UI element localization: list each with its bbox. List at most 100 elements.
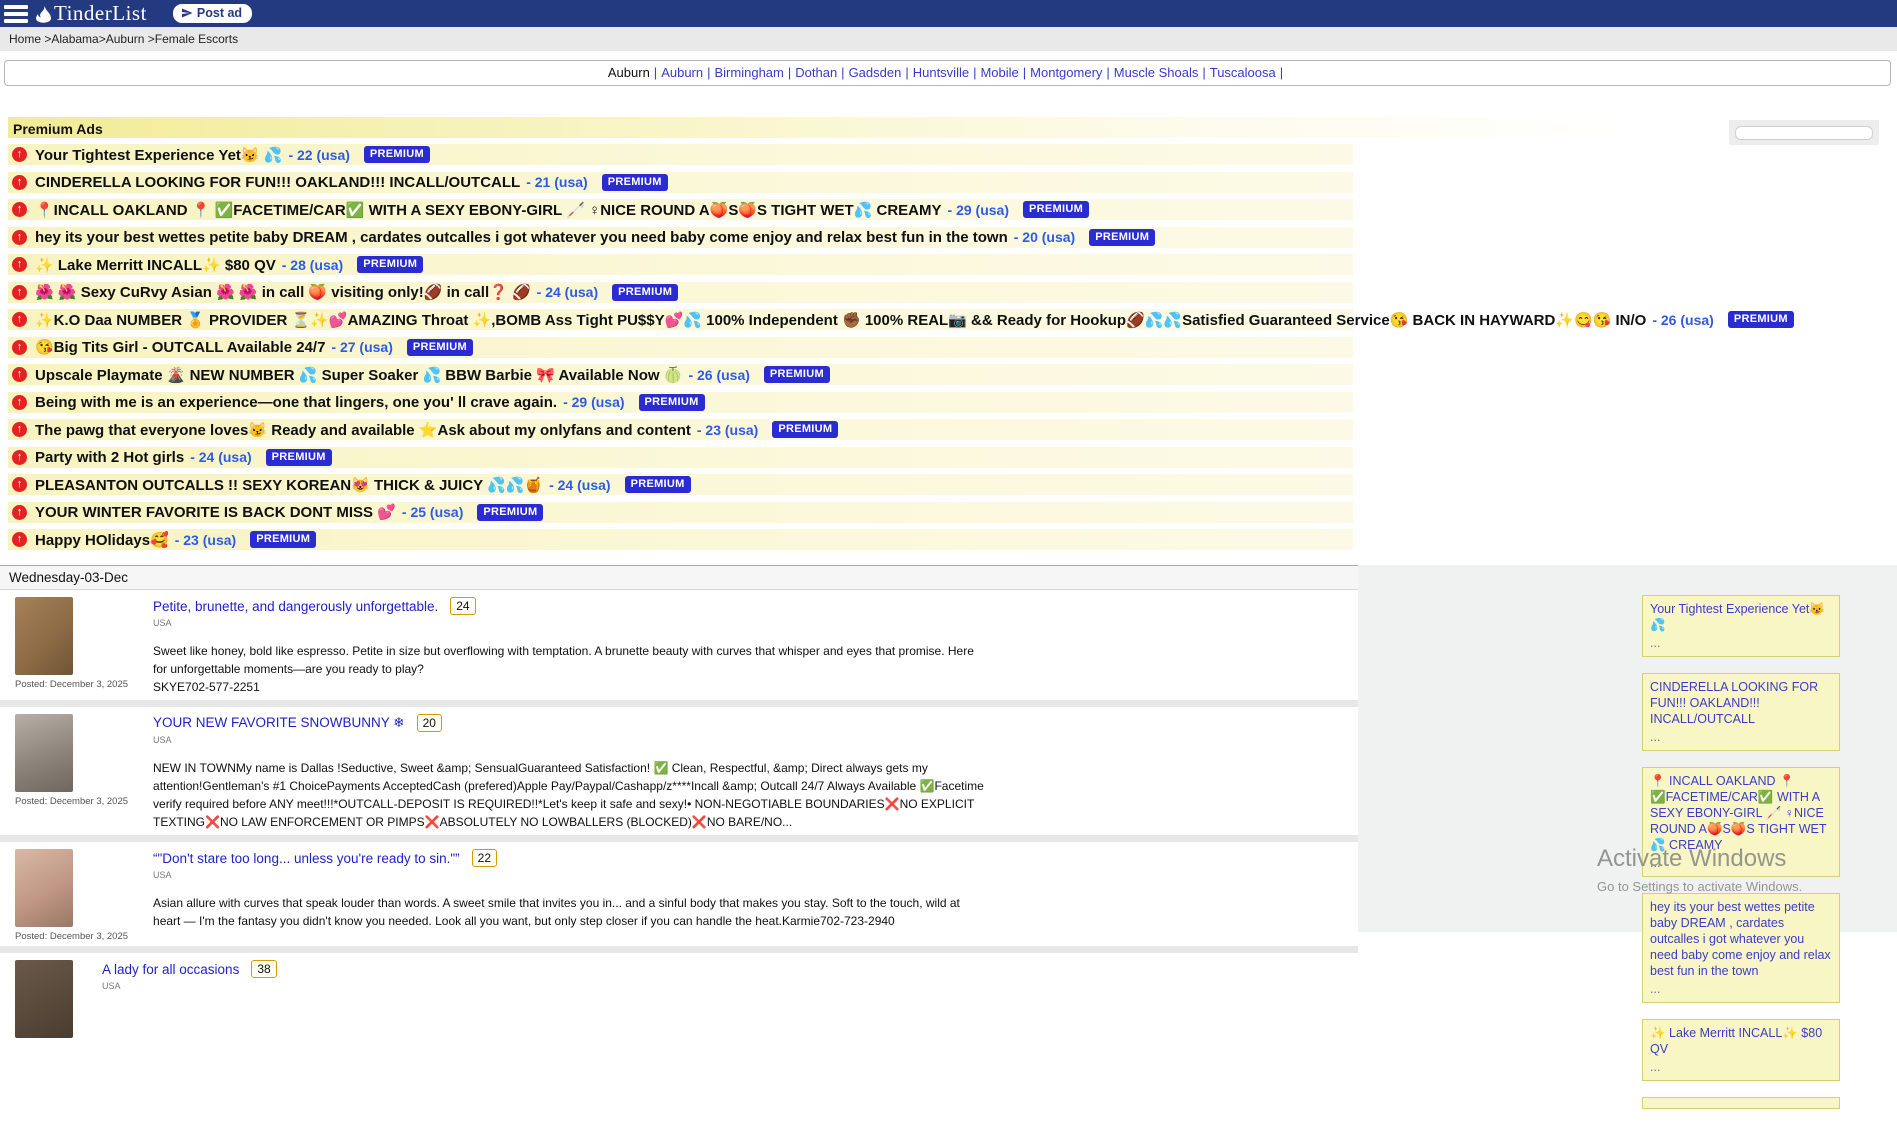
age-badge: 20: [417, 714, 442, 732]
premium-badge[interactable]: PREMIUM: [612, 284, 678, 301]
up-arrow-icon[interactable]: ↑: [12, 147, 27, 162]
premium-ad-meta: - 25 (usa): [402, 504, 463, 520]
premium-badge[interactable]: PREMIUM: [250, 531, 316, 548]
sidebar-ad-box[interactable]: [1642, 1097, 1840, 1109]
premium-ad-row: ↑✨K.O Daa NUMBER 🏅 PROVIDER ⏳✨💕AMAZING T…: [8, 309, 1353, 330]
premium-ad-title[interactable]: Being with me is an experience—one that …: [35, 394, 557, 411]
sidebar-ad-more: ...: [1650, 855, 1832, 871]
premium-ad-title[interactable]: 📍INCALL OAKLAND 📍 ✅FACETIME/CAR✅ WITH A …: [35, 201, 942, 219]
premium-badge[interactable]: PREMIUM: [364, 146, 430, 163]
premium-ad-title[interactable]: 🌺 🌺 Sexy CuRvy Asian 🌺 🌺 in call 🍑 visit…: [35, 283, 531, 301]
listing-title-link[interactable]: “"Don't stare too long... unless you're …: [153, 851, 460, 866]
age-badge: 22: [472, 849, 497, 867]
premium-ad-title[interactable]: Party with 2 Hot girls: [35, 449, 184, 466]
premium-ad-title[interactable]: Upscale Playmate 🌋 NEW NUMBER 💦 Super So…: [35, 366, 682, 384]
listing-row: A lady for all occasions38 USA: [0, 953, 1358, 1042]
city-nav-bar: Auburn|Auburn|Birmingham|Dothan|Gadsden|…: [4, 60, 1891, 86]
up-arrow-icon[interactable]: ↑: [12, 312, 27, 327]
citybar-link[interactable]: Dothan: [795, 65, 837, 80]
breadcrumb[interactable]: Home >Alabama>Auburn >Female Escorts: [0, 27, 1897, 51]
citybar-link[interactable]: Gadsden: [849, 65, 902, 80]
app-header: TinderList Post ad: [0, 0, 1897, 27]
up-arrow-icon[interactable]: ↑: [12, 505, 27, 520]
listing-thumbnail[interactable]: [15, 960, 73, 1038]
citybar-separator: |: [837, 65, 848, 80]
premium-ad-title[interactable]: The pawg that everyone loves😼 Ready and …: [35, 421, 691, 439]
listing-country: USA: [153, 618, 988, 628]
citybar-link[interactable]: Tuscaloosa: [1210, 65, 1276, 80]
premium-ad-title[interactable]: Your Tightest Experience Yet😼 💦: [35, 146, 282, 164]
up-arrow-icon[interactable]: ↑: [12, 340, 27, 355]
up-arrow-icon[interactable]: ↑: [12, 532, 27, 547]
premium-badge[interactable]: PREMIUM: [602, 174, 668, 191]
sidebar-ad-box[interactable]: hey its your best wettes petite baby DRE…: [1642, 893, 1840, 1003]
listing-thumb-column: [15, 960, 77, 1038]
listing-thumbnail[interactable]: [15, 597, 73, 675]
premium-ad-title[interactable]: hey its your best wettes petite baby DRE…: [35, 229, 1008, 246]
sidebar-ad-box[interactable]: 📍 INCALL OAKLAND 📍 ✅FACETIME/CAR✅ WITH A…: [1642, 767, 1840, 877]
up-arrow-icon[interactable]: ↑: [12, 285, 27, 300]
citybar-current: Auburn: [608, 65, 650, 80]
premium-ad-title[interactable]: CINDERELLA LOOKING FOR FUN!!! OAKLAND!!!…: [35, 174, 520, 191]
sidebar-ad-box[interactable]: ✨ Lake Merritt INCALL✨ $80 QV...: [1642, 1019, 1840, 1081]
premium-ad-row: ↑ 📍INCALL OAKLAND 📍 ✅FACETIME/CAR✅ WITH A…: [8, 199, 1353, 220]
up-arrow-icon[interactable]: ↑: [12, 450, 27, 465]
listing-thumbnail[interactable]: [15, 849, 73, 927]
premium-ad-row: ↑ hey its your best wettes petite baby DR…: [8, 227, 1353, 248]
listing-title-link[interactable]: A lady for all occasions: [102, 962, 239, 977]
premium-ad-title[interactable]: PLEASANTON OUTCALLS !! SEXY KOREAN😻 THIC…: [35, 476, 543, 494]
premium-badge[interactable]: PREMIUM: [357, 256, 423, 273]
premium-badge[interactable]: PREMIUM: [266, 449, 332, 466]
post-ad-button[interactable]: Post ad: [173, 4, 252, 23]
sidebar-ad-box[interactable]: CINDERELLA LOOKING FOR FUN!!! OAKLAND!!!…: [1642, 673, 1840, 751]
premium-ad-title[interactable]: Happy HOlidays🥰: [35, 531, 169, 549]
listing-title-link[interactable]: YOUR NEW FAVORITE SNOWBUNNY ❄: [153, 715, 405, 731]
up-arrow-icon[interactable]: ↑: [12, 175, 27, 190]
premium-badge[interactable]: PREMIUM: [764, 366, 830, 383]
citybar-link[interactable]: Birmingham: [715, 65, 784, 80]
premium-badge[interactable]: PREMIUM: [639, 394, 705, 411]
sidebar-ad-box[interactable]: Your Tightest Experience Yet😼 💦...: [1642, 595, 1840, 657]
sidebar-ad-text: hey its your best wettes petite baby DRE…: [1650, 899, 1832, 979]
listing-thumbnail[interactable]: [15, 714, 73, 792]
ad-scrollbar[interactable]: [1735, 126, 1873, 140]
premium-badge[interactable]: PREMIUM: [1023, 201, 1089, 218]
premium-ad-title[interactable]: ✨ Lake Merritt INCALL✨ $80 QV: [35, 256, 276, 274]
citybar-separator: |: [969, 65, 980, 80]
up-arrow-icon[interactable]: ↑: [12, 367, 27, 382]
menu-icon[interactable]: [4, 5, 28, 23]
premium-badge[interactable]: PREMIUM: [1089, 229, 1155, 246]
up-arrow-icon[interactable]: ↑: [12, 422, 27, 437]
citybar-link[interactable]: Mobile: [980, 65, 1018, 80]
up-arrow-icon[interactable]: ↑: [12, 202, 27, 217]
up-arrow-icon[interactable]: ↑: [12, 230, 27, 245]
premium-ad-title[interactable]: 😘Big Tits Girl - OUTCALL Available 24/7: [35, 338, 325, 356]
premium-ad-row: ↑ The pawg that everyone loves😼 Ready and…: [8, 419, 1353, 440]
citybar-separator: |: [703, 65, 714, 80]
date-header: Wednesday-03-Dec: [0, 565, 1358, 590]
listing-country: USA: [153, 870, 988, 880]
premium-ad-meta: - 24 (usa): [549, 477, 610, 493]
premium-badge[interactable]: PREMIUM: [477, 504, 543, 521]
listing-title-link[interactable]: Petite, brunette, and dangerously unforg…: [153, 599, 438, 614]
up-arrow-icon[interactable]: ↑: [12, 395, 27, 410]
citybar-link[interactable]: Montgomery: [1030, 65, 1102, 80]
citybar-link[interactable]: Auburn: [661, 65, 703, 80]
listing-title-row: A lady for all occasions38: [102, 960, 937, 978]
listing-description: Sweet like honey, bold like espresso. Pe…: [153, 642, 988, 696]
up-arrow-icon[interactable]: ↑: [12, 477, 27, 492]
premium-badge[interactable]: PREMIUM: [625, 476, 691, 493]
brand-logo[interactable]: TinderList: [36, 1, 147, 26]
up-arrow-icon[interactable]: ↑: [12, 257, 27, 272]
listing-thumb-column: Posted: December 3, 2025: [15, 597, 128, 696]
premium-badge[interactable]: PREMIUM: [407, 339, 473, 356]
citybar-link[interactable]: Muscle Shoals: [1114, 65, 1199, 80]
listing-title-row: YOUR NEW FAVORITE SNOWBUNNY ❄ 20: [153, 714, 988, 732]
citybar-link[interactable]: Huntsville: [913, 65, 969, 80]
age-badge: 24: [450, 597, 475, 615]
listing-country: USA: [102, 981, 937, 991]
premium-ad-title[interactable]: ✨K.O Daa NUMBER 🏅 PROVIDER ⏳✨💕AMAZING Th…: [35, 311, 1646, 329]
premium-badge[interactable]: PREMIUM: [1728, 311, 1794, 328]
premium-badge[interactable]: PREMIUM: [772, 421, 838, 438]
premium-ad-title[interactable]: YOUR WINTER FAVORITE IS BACK DONT MISS 💕: [35, 503, 396, 521]
